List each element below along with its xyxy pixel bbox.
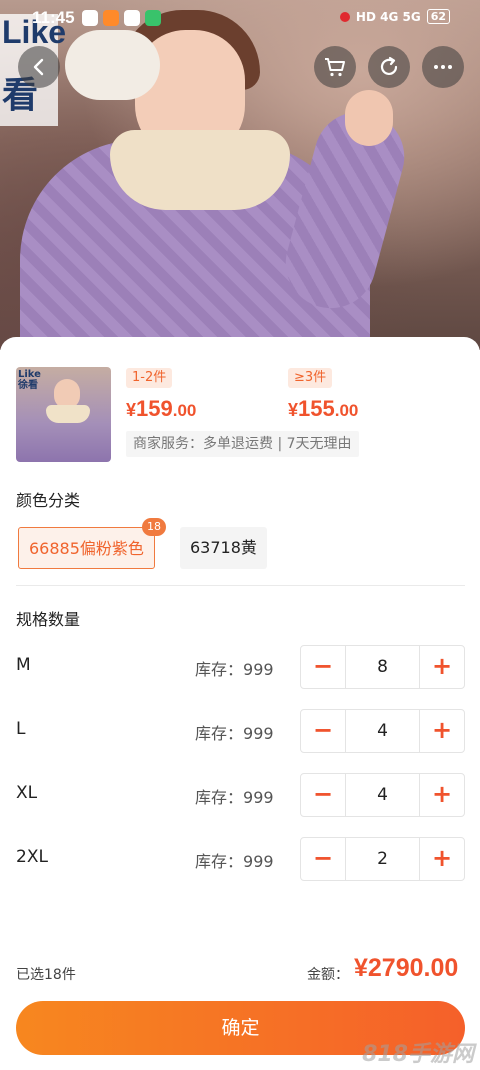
cart-icon [325,58,345,77]
total-label: 金额： [307,967,349,983]
quantity-input[interactable]: 2 [345,838,420,880]
color-option-pink-purple[interactable]: 66885偏粉紫色 [18,527,155,569]
price-tier-2: ¥155.00 [288,396,358,422]
stock-label: 库存： [195,788,244,807]
decrement-button[interactable]: − [301,838,345,880]
thumb-collar [46,405,90,423]
status-right: HD 4G 5G 62 [339,9,450,24]
decrement-button[interactable]: − [301,646,345,688]
thumb-brand-line2: 徐看 [18,380,38,391]
size-label: L [16,719,26,739]
stock-label: 库存： [195,852,244,871]
increment-button[interactable]: + [420,774,464,816]
price-integer: 155 [298,396,335,421]
status-app-icons [82,10,161,26]
currency-symbol: ¥ [288,400,299,420]
more-icon [434,65,452,69]
quantity-input[interactable]: 4 [345,774,420,816]
decrement-button[interactable]: − [301,710,345,752]
increment-button[interactable]: + [420,646,464,688]
app-notification-icon [124,10,140,26]
stock-text: 库存：999 [195,848,274,872]
network-label: HD 4G 5G [355,9,421,24]
hero-collar [110,130,290,210]
size-label: M [16,655,31,675]
hero-hand [345,90,393,146]
app-notification-icon [82,10,98,26]
quantity-stepper: − 8 + [300,645,465,689]
color-section-title: 颜色分类 [16,491,81,510]
price-decimal: .00 [172,401,197,420]
stock-value: 999 [243,660,274,679]
stock-label: 库存： [195,724,244,743]
sku-selector-sheet: Like 徐看 1-2件 ¥159.00 ≥3件 ¥155.00 商家服务：多单… [0,337,480,1070]
price-integer: 159 [136,396,173,421]
thumb-brand: Like 徐看 [18,369,41,391]
status-bar: 11:45 HD 4G 5G 62 [0,0,480,38]
quantity-input[interactable]: 8 [345,646,420,688]
color-option-yellow[interactable]: 63718黄 [180,527,267,569]
stock-value: 999 [243,788,274,807]
cart-button[interactable] [314,46,356,88]
product-hero-image[interactable]: Like 看 [0,0,480,350]
price-tier-1: ¥159.00 [126,396,196,422]
price-tier-1-label: 1-2件 [126,368,173,388]
increment-button[interactable]: + [420,710,464,752]
size-label: 2XL [16,847,48,867]
share-button[interactable] [368,46,410,88]
total-amount: ¥2790.00 [354,954,459,982]
divider [16,585,465,586]
quantity-stepper: − 4 + [300,773,465,817]
price-decimal: .00 [334,401,359,420]
stock-value: 999 [243,724,274,743]
stock-text: 库存：999 [195,720,274,744]
color-count-badge: 18 [142,518,166,536]
watermark: 818手游网 [362,1042,474,1067]
chevron-left-icon [33,58,44,76]
recording-dot-icon [339,11,350,22]
decrement-button[interactable]: − [301,774,345,816]
stock-text: 库存：999 [195,656,274,680]
quantity-stepper: − 4 + [300,709,465,753]
share-icon [380,56,398,76]
size-label: XL [16,783,38,803]
back-button[interactable] [18,46,60,88]
stock-label: 库存： [195,660,244,679]
thumb-brand-line1: Like [18,369,41,380]
selected-count: 已选18件 [16,967,76,983]
app-notification-icon [103,10,119,26]
size-row-2xl: 2XL 库存：999 − 2 + [0,837,480,881]
merchant-service: 商家服务：多单退运费 | 7天无理由 [126,431,359,457]
price-tier-2-label: ≥3件 [288,368,333,388]
product-thumbnail[interactable]: Like 徐看 [16,367,111,462]
size-row-l: L 库存：999 − 4 + [0,709,480,753]
spec-section-title: 规格数量 [16,610,81,629]
quantity-input[interactable]: 4 [345,710,420,752]
status-time: 11:45 [32,8,75,27]
battery-icon: 62 [426,9,450,24]
size-row-m: M 库存：999 − 8 + [0,645,480,689]
hero-headband [65,30,160,100]
more-button[interactable] [422,46,464,88]
size-row-xl: XL 库存：999 − 4 + [0,773,480,817]
stock-value: 999 [243,852,274,871]
app-notification-icon [145,10,161,26]
currency-symbol: ¥ [126,400,137,420]
quantity-stepper: − 2 + [300,837,465,881]
increment-button[interactable]: + [420,838,464,880]
stock-text: 库存：999 [195,784,274,808]
